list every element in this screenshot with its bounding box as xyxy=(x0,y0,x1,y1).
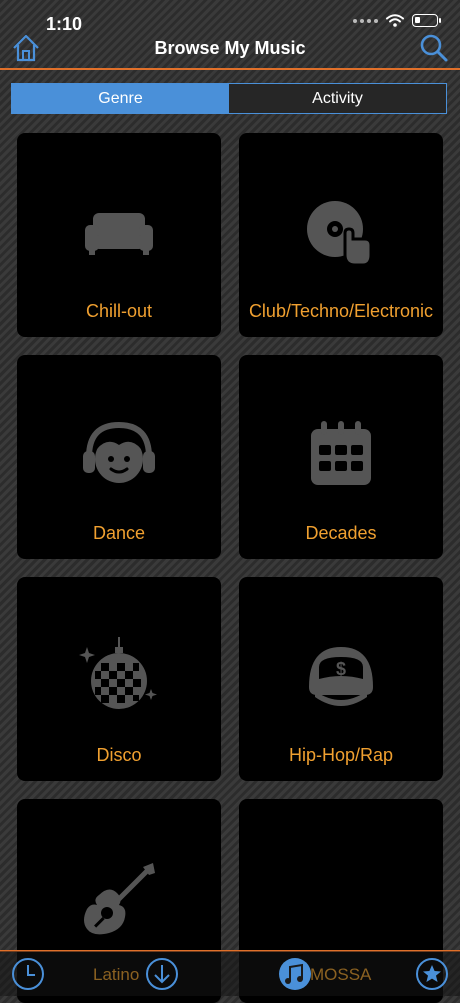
tile-label: Club/Techno/Electronic xyxy=(248,301,434,321)
headphones-face-icon xyxy=(83,421,155,483)
svg-text:$: $ xyxy=(336,659,346,679)
bottom-toolbar: Latino MOSSA xyxy=(0,951,460,996)
download-icon[interactable] xyxy=(145,957,179,991)
nav-bar: Browse My Music xyxy=(0,28,460,70)
tile-hip-hop-rap[interactable]: $ Hip-Hop/Rap xyxy=(239,577,443,781)
tile-club-techno-electronic[interactable]: Club/Techno/Electronic xyxy=(239,133,443,337)
dj-turntable-icon xyxy=(307,201,373,267)
tab-activity[interactable]: Activity xyxy=(229,84,446,113)
tile-label: Hip-Hop/Rap xyxy=(288,745,394,765)
sofa-icon xyxy=(85,213,153,255)
page-title: Browse My Music xyxy=(154,38,306,58)
star-icon[interactable] xyxy=(415,957,449,991)
guitar-icon xyxy=(84,863,155,935)
calendar-icon xyxy=(311,421,371,485)
cap-dollar-icon: $ xyxy=(309,647,373,706)
genre-activity-segmented-control: Genre Activity xyxy=(11,83,447,114)
tile-label: Decades xyxy=(305,523,377,543)
nav-divider xyxy=(0,68,460,70)
tile-disco[interactable]: Disco xyxy=(17,577,221,781)
tile-label: Disco xyxy=(96,745,142,765)
battery-icon xyxy=(412,14,441,27)
clock-icon[interactable] xyxy=(11,957,45,991)
search-icon[interactable] xyxy=(418,32,450,64)
status-icons xyxy=(353,14,441,27)
tile-chill-out[interactable]: Chill-out xyxy=(17,133,221,337)
signal-icon xyxy=(353,18,378,23)
disco-ball-icon xyxy=(79,637,157,709)
tile-decades[interactable]: Decades xyxy=(239,355,443,559)
now-playing-left: Latino xyxy=(93,965,140,984)
tile-dance[interactable]: Dance xyxy=(17,355,221,559)
wifi-icon xyxy=(386,14,404,27)
music-note-icon[interactable] xyxy=(278,957,312,991)
tab-genre[interactable]: Genre xyxy=(12,84,229,113)
tile-label: Dance xyxy=(92,523,146,543)
tile-label: Chill-out xyxy=(85,301,153,321)
now-playing-right: MOSSA xyxy=(310,965,372,984)
